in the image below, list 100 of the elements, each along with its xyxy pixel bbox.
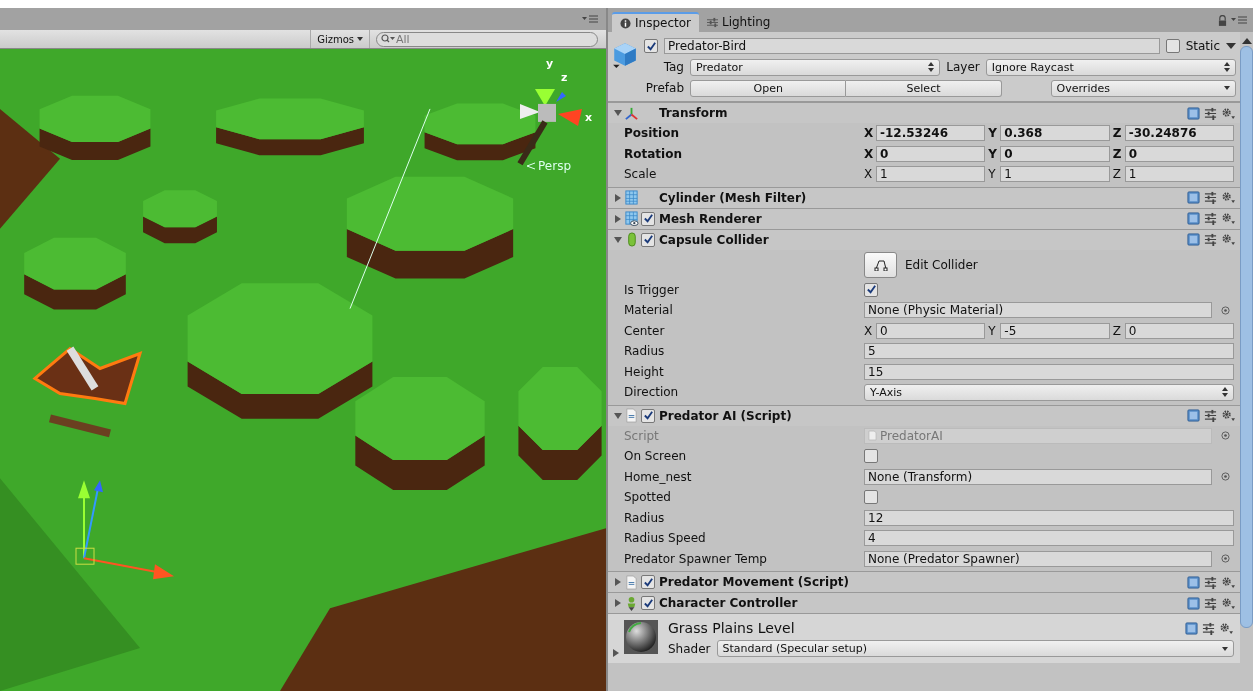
component-header[interactable]: Predator Movement (Script) [608,571,1240,592]
gear-icon[interactable] [1221,106,1236,120]
gear-icon[interactable] [1221,191,1236,204]
property-label: Is Trigger [624,282,680,297]
menu-icon[interactable] [1231,16,1247,24]
grid-icon [624,190,639,205]
number-field[interactable]: -30.24876 [1124,125,1234,142]
layer-dropdown[interactable]: Ignore Raycast [985,58,1236,76]
number-field[interactable]: 1 [1124,166,1234,183]
component-header[interactable]: Cylinder (Mesh Filter) [608,186,1240,208]
foldout-right-icon[interactable] [614,578,622,586]
component-title: Mesh Renderer [659,211,762,226]
material-sphere-icon [624,620,658,654]
axis-label: Y [988,323,997,338]
number-field[interactable]: 5 [864,343,1234,360]
checkbox[interactable] [641,408,655,423]
checkbox[interactable] [864,282,878,297]
checkbox[interactable] [1165,39,1180,53]
checkbox[interactable] [644,39,658,53]
gear-icon[interactable] [1221,596,1236,610]
number-field[interactable]: -12.53246 [876,125,986,142]
gizmos-dropdown[interactable]: Gizmos [310,30,370,48]
gear-icon[interactable] [1221,409,1236,422]
gear-icon[interactable] [1221,233,1236,246]
object-field[interactable]: None (Physic Material) [864,302,1212,319]
sliders-icon[interactable] [1204,212,1217,225]
component-header[interactable]: Character Controller [608,592,1240,613]
checkbox[interactable] [641,211,655,226]
menu-icon[interactable] [582,15,598,23]
foldout-down-icon[interactable] [614,235,622,244]
object-picker-icon[interactable] [1221,431,1230,441]
object-name-field[interactable]: Predator-Bird [664,38,1160,54]
sliders-icon[interactable] [1204,409,1217,422]
sliders-icon[interactable] [1204,233,1217,246]
checkbox[interactable] [864,490,878,505]
axis-label: z [560,71,569,85]
number-field[interactable]: 0.368 [1000,125,1110,142]
number-field[interactable]: 0 [1124,145,1234,162]
sliders-icon[interactable] [1204,106,1217,120]
sliders-icon[interactable] [1202,621,1215,635]
foldout-down-icon[interactable] [614,109,622,117]
foldout-down-icon[interactable] [614,411,622,420]
gear-icon[interactable] [1221,575,1236,589]
number-field[interactable]: 0 [1124,322,1234,339]
number-field[interactable]: 0 [1000,145,1110,162]
property-label: Predator Spawner Temp [624,551,768,566]
number-field[interactable]: 15 [864,363,1234,380]
object-picker-icon[interactable] [1221,554,1230,564]
direction-dropdown[interactable]: Y-Axis [864,383,1234,401]
checkbox[interactable] [641,575,655,589]
tag-label: Tag [662,60,684,74]
sliders-icon [707,16,718,28]
checkbox[interactable] [864,449,878,464]
sliders-icon[interactable] [1204,191,1217,204]
sliders-icon[interactable] [1204,575,1217,589]
foldout-right-icon[interactable] [612,649,620,657]
lock-icon[interactable] [1218,14,1227,26]
number-field[interactable]: 0 [876,145,986,162]
foldout-right-icon[interactable] [614,193,622,202]
tag-dropdown[interactable]: Predator [690,58,941,76]
edit-collider-button[interactable] [864,251,897,278]
prefab-button[interactable]: Open [690,79,847,97]
number-field[interactable]: 1 [1000,166,1110,183]
static-label: Static [1185,39,1220,53]
component-header[interactable]: Capsule Collider [608,228,1240,250]
prefab-button[interactable]: Select [846,79,1002,97]
property-label: Direction [624,385,680,400]
number-field[interactable]: 4 [864,530,1234,547]
number-field[interactable]: -5 [1000,322,1110,339]
up-down-arrows-icon [1224,62,1230,72]
component-header[interactable]: Transform [608,102,1240,123]
caret-icon[interactable] [1226,42,1236,50]
gear-icon[interactable] [1221,212,1236,225]
foldout-right-icon[interactable] [614,214,622,223]
axis-label: Z [1112,126,1122,141]
checkbox[interactable] [641,596,655,610]
panel-tab[interactable]: Inspector [612,12,699,32]
number-field[interactable]: 12 [864,509,1234,526]
panel-tab[interactable]: Lighting [699,12,779,32]
scroll-up-icon[interactable] [1241,38,1252,44]
object-field[interactable]: None (Predator Spawner) [864,550,1212,567]
caret-icon [1222,646,1228,651]
object-picker-icon[interactable] [1221,305,1230,315]
object-picker-icon[interactable] [1221,472,1230,482]
number-field[interactable]: 0 [876,322,986,339]
component-header[interactable]: Predator AI (Script) [608,404,1240,426]
property-label: Home_nest [624,469,693,484]
property-label: Center [624,323,666,338]
shader-dropdown[interactable]: Standard (Specular setup) [716,640,1234,657]
gear-icon[interactable] [1219,621,1234,635]
foldout-right-icon[interactable] [614,599,622,607]
overrides-dropdown[interactable]: Overrides [1050,79,1236,97]
layer-label: Layer [946,60,980,74]
sliders-icon[interactable] [1204,596,1217,610]
axis-label: X [864,146,873,161]
object-field[interactable]: None (Transform) [864,468,1212,485]
number-field[interactable]: 1 [876,166,986,183]
checkbox[interactable] [641,232,655,247]
component-header[interactable]: Mesh Renderer [608,207,1240,229]
component-title: Capsule Collider [659,232,769,247]
